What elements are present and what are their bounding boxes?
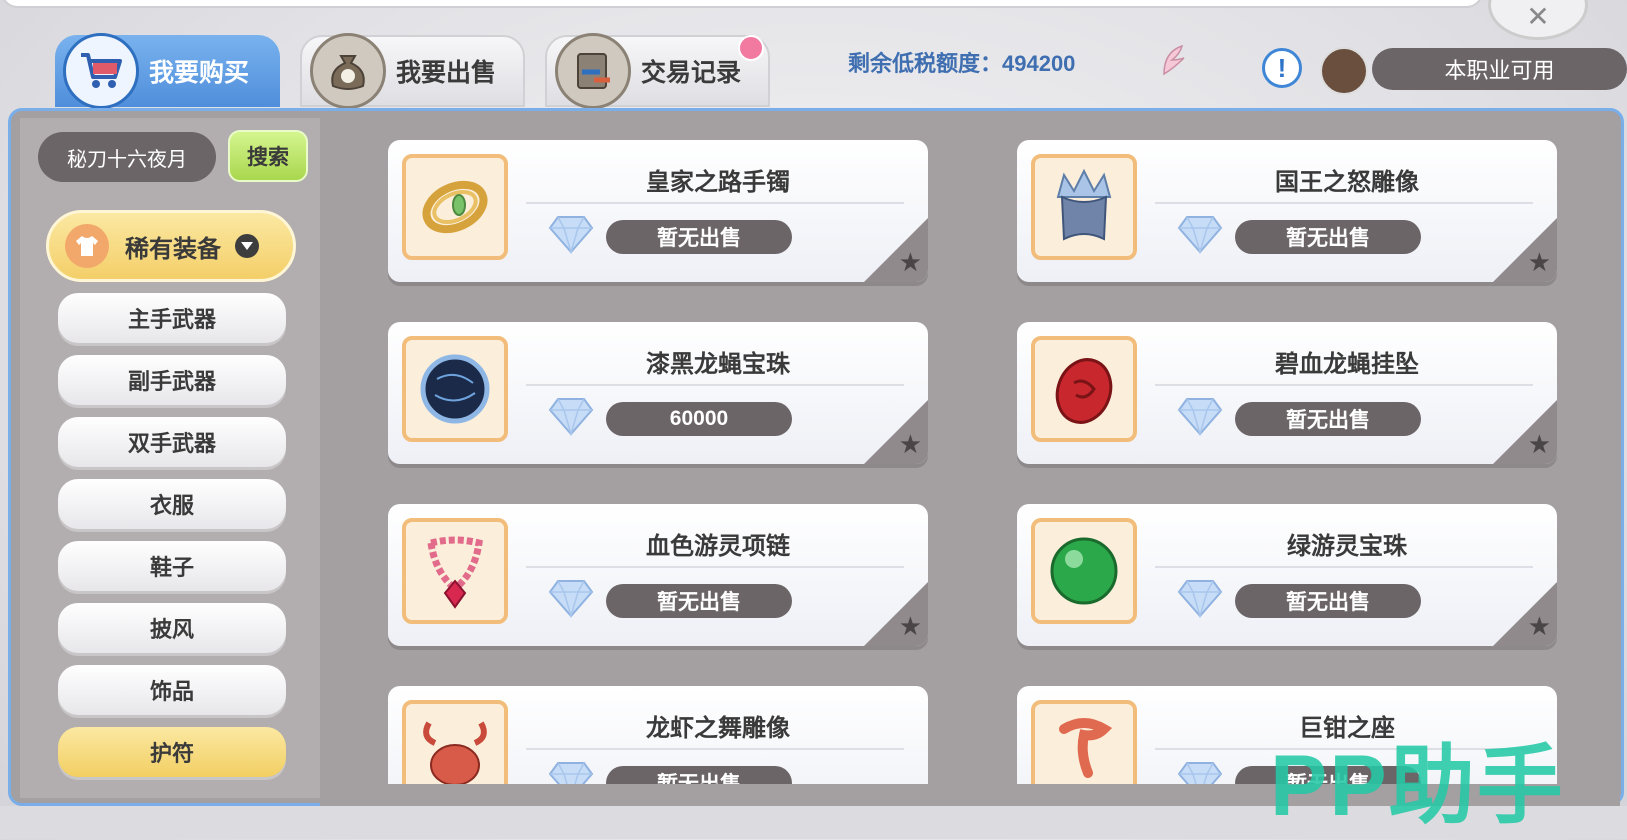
diamond-icon — [548, 396, 594, 440]
class-filter-button[interactable]: 本职业可用 — [1372, 48, 1627, 90]
listing-card[interactable]: 碧血龙蝇挂坠 暂无出售 ★ — [1017, 322, 1557, 464]
green-orb-icon — [1031, 518, 1137, 624]
sidebar-item-accessory[interactable]: 饰品 — [58, 665, 286, 715]
diamond-icon — [1177, 578, 1223, 622]
favorite-star-icon[interactable]: ★ — [1528, 432, 1551, 458]
price-pill: 暂无出售 — [1235, 402, 1421, 436]
chevron-down-icon — [235, 234, 259, 258]
favorite-star-icon[interactable]: ★ — [899, 614, 922, 640]
price-pill: 暂无出售 — [1235, 220, 1421, 254]
divider — [526, 384, 904, 386]
tab-sell-label: 我要出售 — [396, 59, 497, 87]
top-search-strip — [0, 0, 1484, 8]
tab-trade-record-label: 交易记录 — [641, 59, 742, 87]
low-tax-quota: 剩余低税额度：494200 — [848, 51, 1076, 76]
diamond-icon — [1177, 214, 1223, 258]
diamond-icon — [548, 214, 594, 258]
sidebar-item-cape[interactable]: 披风 — [58, 603, 286, 653]
watermark: PP助手 — [1270, 738, 1565, 834]
price-pill: 60000 — [606, 402, 792, 436]
listing-card[interactable]: 绿游灵宝珠 暂无出售 ★ — [1017, 504, 1557, 646]
item-name: 血色游灵项链 — [646, 533, 790, 560]
sidebar-item-amulet[interactable]: 护符 — [58, 727, 286, 777]
necklace-icon — [402, 518, 508, 624]
class-avatar — [1320, 47, 1368, 95]
category-label: 稀有装备 — [125, 235, 221, 263]
tab-buy-label: 我要购买 — [149, 59, 250, 87]
money-bag-icon — [310, 33, 386, 109]
sidebar-item-clothes[interactable]: 衣服 — [58, 479, 286, 529]
item-name: 漆黑龙蝇宝珠 — [646, 351, 790, 378]
tab-trade-record[interactable]: 交易记录 — [545, 33, 770, 109]
divider — [526, 566, 904, 568]
close-icon: ✕ — [1526, 0, 1550, 33]
close-button[interactable]: ✕ — [1488, 0, 1588, 40]
diamond-icon — [1177, 396, 1223, 440]
listing-card[interactable]: 漆黑龙蝇宝珠 60000 ★ — [388, 322, 928, 464]
trade-record-icon — [555, 33, 631, 109]
favorite-star-icon[interactable]: ★ — [899, 250, 922, 276]
sidebar-item-shoes[interactable]: 鞋子 — [58, 541, 286, 591]
tab-buy[interactable]: 我要购买 — [55, 33, 280, 109]
divider — [1155, 566, 1533, 568]
sidebar-item-two-hand-weapon[interactable]: 双手武器 — [58, 417, 286, 467]
shirt-icon — [65, 224, 109, 268]
notification-badge — [738, 35, 764, 61]
price-pill: 暂无出售 — [1235, 584, 1421, 618]
divider — [1155, 202, 1533, 204]
crown-statue-icon — [1031, 154, 1137, 260]
item-name: 绿游灵宝珠 — [1287, 533, 1407, 560]
divider — [1155, 384, 1533, 386]
search-input[interactable]: 秘刀十六夜月 — [38, 132, 216, 182]
tab-sell[interactable]: 我要出售 — [300, 33, 525, 109]
shopping-cart-icon — [63, 33, 139, 109]
sidebar-item-main-weapon[interactable]: 主手武器 — [58, 293, 286, 343]
item-name: 碧血龙蝇挂坠 — [1275, 351, 1419, 378]
favorite-star-icon[interactable]: ★ — [899, 432, 922, 458]
feather-icon — [1160, 44, 1188, 82]
divider — [526, 202, 904, 204]
divider — [526, 748, 904, 750]
red-pendant-icon — [1031, 336, 1137, 442]
favorite-star-icon[interactable]: ★ — [1528, 614, 1551, 640]
dark-orb-icon — [402, 336, 508, 442]
search-button[interactable]: 搜索 — [228, 130, 308, 182]
info-icon[interactable]: ! — [1262, 48, 1302, 88]
item-name: 国王之怒雕像 — [1275, 169, 1419, 196]
item-name: 龙虾之舞雕像 — [646, 715, 790, 742]
favorite-star-icon[interactable]: ★ — [1528, 250, 1551, 276]
listing-card[interactable]: 血色游灵项链 暂无出售 ★ — [388, 504, 928, 646]
sidebar-item-off-weapon[interactable]: 副手武器 — [58, 355, 286, 405]
listing-card[interactable]: 国王之怒雕像 暂无出售 ★ — [1017, 140, 1557, 282]
price-pill: 暂无出售 — [606, 584, 792, 618]
bracelet-icon — [402, 154, 508, 260]
category-rare-equipment[interactable]: 稀有装备 — [46, 210, 296, 282]
item-name: 皇家之路手镯 — [646, 169, 790, 196]
diamond-icon — [548, 578, 594, 622]
price-pill: 暂无出售 — [606, 220, 792, 254]
listing-card[interactable]: 皇家之路手镯 暂无出售 ★ — [388, 140, 928, 282]
